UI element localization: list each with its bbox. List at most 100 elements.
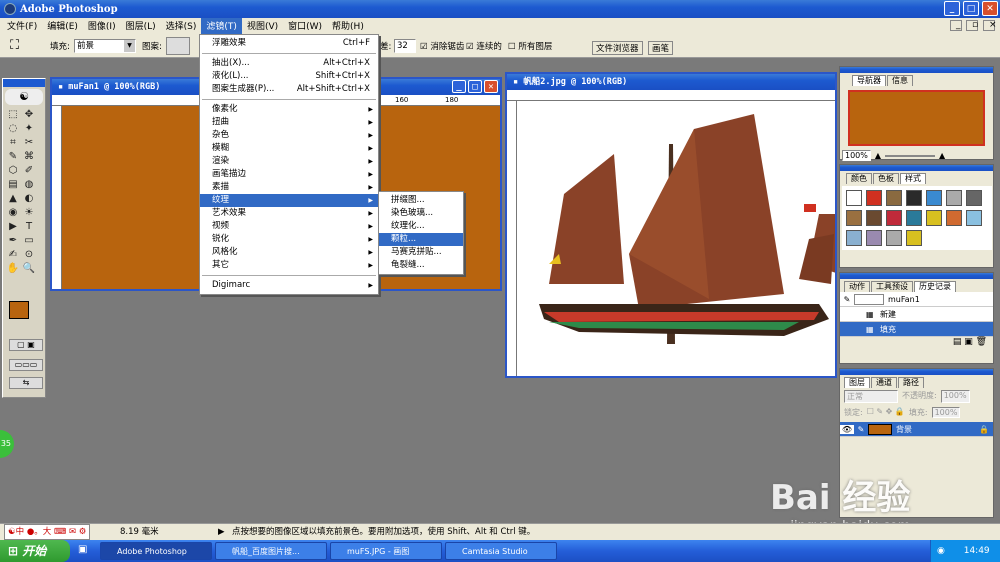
filter-menu-item[interactable]: 图案生成器(P)... Alt+Shift+Ctrl+X [200, 83, 378, 96]
tool-icon[interactable]: 🔍 [21, 261, 37, 275]
menu-edit[interactable]: 编辑(E) [42, 18, 83, 34]
filter-menu-item[interactable]: Digimarc ▶ [200, 279, 378, 292]
tab-history[interactable]: 历史记录 [914, 281, 956, 292]
doc-minimize-button[interactable]: _ [950, 20, 962, 31]
menu-select[interactable]: 选择(S) [161, 18, 202, 34]
doc-restore-button[interactable]: ▫ [966, 20, 978, 31]
eye-icon[interactable]: 👁 [840, 424, 854, 434]
tool-icon[interactable]: ▤ [5, 177, 21, 191]
texture-menu-item[interactable]: 颗粒... [379, 233, 463, 246]
menu-layer[interactable]: 图层(L) [121, 18, 161, 34]
fill-select[interactable]: 前景 ▼ [74, 39, 136, 53]
maximize-button[interactable]: □ [963, 1, 979, 16]
style-swatch[interactable] [926, 190, 942, 206]
filter-menu-item[interactable]: 艺术效果 ▶ [200, 207, 378, 220]
style-swatch[interactable] [886, 230, 902, 246]
layer-fill-input[interactable]: 100% [931, 407, 961, 418]
jump-to-imageready-button[interactable]: ⇆ [9, 377, 43, 389]
zoom-out-icon[interactable]: ▲ [875, 151, 881, 160]
tab-layers[interactable]: 图层 [844, 377, 870, 388]
lock-icons[interactable]: ☐ ✎ ✥ 🔒 [867, 407, 905, 418]
pattern-picker[interactable] [166, 37, 190, 55]
taskbar-item[interactable]: Camtasia Studio [445, 542, 557, 560]
tool-icon[interactable]: ☀ [21, 205, 37, 219]
filter-menu-item[interactable]: 抽出(X)... Alt+Ctrl+X [200, 57, 378, 70]
history-snapshot[interactable]: ✎ muFan1 [840, 292, 993, 307]
history-footer-buttons[interactable]: ▤ ▣ 🗑 [840, 337, 993, 347]
layer-row-background[interactable]: 👁 ✎ 背景 🔒 [840, 422, 993, 437]
style-swatch[interactable] [966, 190, 982, 206]
style-swatch[interactable] [886, 190, 902, 206]
tool-icon[interactable]: ▭ [21, 233, 37, 247]
minimize-button[interactable]: _ [944, 1, 960, 16]
style-swatch[interactable] [886, 210, 902, 226]
filter-menu-item[interactable]: 液化(L)... Shift+Ctrl+X [200, 70, 378, 83]
zoom-slider[interactable] [885, 154, 936, 157]
taskbar-item[interactable]: 帆船_百度图片搜... [215, 542, 327, 560]
ime-toolbar[interactable]: ☯中 ●。大 ⌨ ✉ ⚙ [4, 524, 91, 540]
filter-menu-item[interactable]: 视频 ▶ [200, 220, 378, 233]
tool-icon[interactable]: ✂ [21, 135, 37, 149]
quick-launch-icons[interactable]: ▣ [78, 544, 87, 555]
all-layers-checkbox[interactable]: ☐ 所有图层 [508, 40, 552, 52]
tool-icon[interactable]: ✥ [21, 107, 37, 121]
tool-icon[interactable]: T [21, 219, 37, 233]
tool-icon[interactable]: ◌ [5, 121, 21, 135]
texture-menu-item[interactable]: 龟裂缝... [379, 259, 463, 272]
quick-mask-buttons[interactable]: ▢ ▣ [9, 339, 43, 351]
doc1-maximize-button[interactable]: □ [468, 80, 482, 93]
tool-icon[interactable]: ⌗ [5, 135, 21, 149]
tab-tool-presets[interactable]: 工具预设 [871, 281, 913, 292]
foreground-color-swatch[interactable] [9, 301, 29, 319]
style-swatch[interactable] [946, 210, 962, 226]
style-swatch[interactable] [946, 190, 962, 206]
contiguous-checkbox[interactable]: ☑ 连续的 [466, 40, 502, 52]
filter-menu-item[interactable]: 杂色 ▶ [200, 129, 378, 142]
screen-mode-buttons[interactable]: ▭▭▭ [9, 359, 43, 371]
tab-swatches[interactable]: 色板 [873, 173, 899, 184]
menu-help[interactable]: 帮助(H) [327, 18, 369, 34]
menu-file[interactable]: 文件(F) [2, 18, 42, 34]
tab-styles[interactable]: 样式 [900, 173, 926, 184]
style-swatch[interactable] [846, 230, 862, 246]
style-swatch[interactable] [906, 210, 922, 226]
file-browser-tab[interactable]: 文件浏览器 [592, 41, 643, 55]
tool-icon[interactable]: ✎ [5, 149, 21, 163]
tab-channels[interactable]: 通道 [871, 377, 897, 388]
sailboat-image[interactable] [519, 104, 835, 376]
style-swatch[interactable] [846, 210, 862, 226]
tolerance-input[interactable]: 32 [394, 39, 416, 53]
menu-filter[interactable]: 滤镜(T) [201, 18, 242, 34]
style-swatch[interactable] [846, 190, 862, 206]
menu-view[interactable]: 视图(V) [242, 18, 283, 34]
close-button[interactable]: ✕ [982, 1, 998, 16]
filter-menu-item[interactable]: 模糊 ▶ [200, 142, 378, 155]
filter-menu-item[interactable]: 锐化 ▶ [200, 233, 378, 246]
tool-icon[interactable]: ✋ [5, 261, 21, 275]
tab-info[interactable]: 信息 [887, 75, 913, 86]
filter-menu-item[interactable]: 其它 ▶ [200, 259, 378, 272]
taskbar-item[interactable]: Adobe Photoshop [100, 542, 212, 560]
blend-mode-select[interactable]: 正常 [844, 390, 898, 403]
style-swatch[interactable] [866, 230, 882, 246]
filter-menu-item[interactable]: 画笔描边 ▶ [200, 168, 378, 181]
texture-menu-item[interactable]: 纹理化... [379, 220, 463, 233]
history-item[interactable]: ▦ 填充 [840, 322, 993, 337]
brushes-tab[interactable]: 画笔 [648, 41, 674, 55]
style-swatch[interactable] [966, 210, 982, 226]
tool-icon[interactable]: ✦ [21, 121, 37, 135]
opacity-input[interactable]: 100% [940, 390, 970, 403]
tool-icon[interactable]: ◉ [5, 205, 21, 219]
tool-icon[interactable]: ◐ [21, 191, 37, 205]
texture-menu-item[interactable]: 拼缀图... [379, 194, 463, 207]
style-swatch[interactable] [866, 210, 882, 226]
menu-image[interactable]: 图像(I) [83, 18, 121, 34]
style-swatch[interactable] [906, 230, 922, 246]
taskbar-item[interactable]: muFS.JPG - 画图 [330, 542, 442, 560]
tool-icon[interactable]: ⬚ [5, 107, 21, 121]
paint-bucket-icon[interactable]: ⛶ [10, 38, 19, 53]
filter-menu-item[interactable]: 素描 ▶ [200, 181, 378, 194]
tool-icon[interactable]: ⌘ [21, 149, 37, 163]
tool-icon[interactable]: ◍ [21, 177, 37, 191]
doc-close-button[interactable]: × [983, 20, 997, 31]
